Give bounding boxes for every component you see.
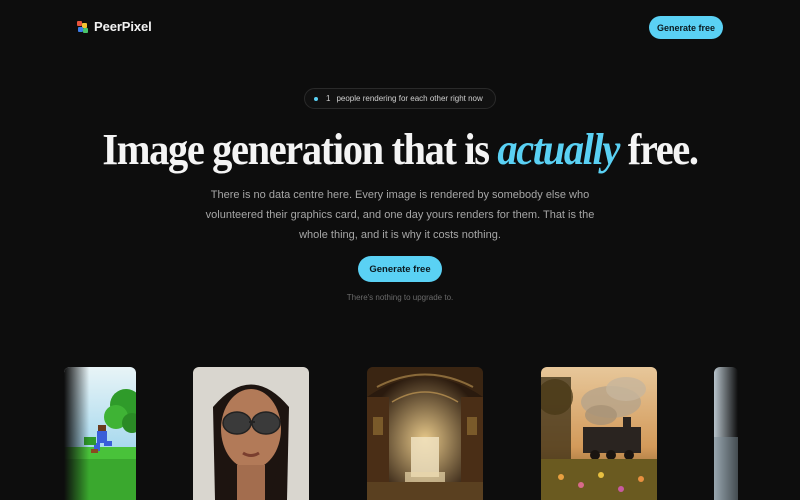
- brand-logo-link[interactable]: PeerPixel: [77, 19, 152, 34]
- live-users-count: 1: [326, 94, 331, 103]
- hero-headline: Image generation that is actually free.: [32, 124, 768, 175]
- gallery-card-hall[interactable]: [367, 367, 483, 500]
- brand-name: PeerPixel: [94, 19, 152, 34]
- gallery-card-portrait[interactable]: [193, 367, 309, 500]
- gallery-card-pixel-art[interactable]: [64, 367, 136, 500]
- headline-accent: actually: [497, 125, 620, 174]
- live-status-dot-icon: [314, 96, 318, 101]
- gallery-card-landscape[interactable]: [714, 367, 738, 500]
- woman-sunglasses-portrait-image: [193, 367, 309, 500]
- live-users-badge: 1 people rendering for each other right …: [304, 88, 496, 109]
- header-generate-free-button[interactable]: Generate free: [649, 16, 723, 39]
- steam-train-sunset-image: [541, 367, 657, 500]
- site-header: PeerPixel Generate free: [0, 0, 800, 56]
- peerpixel-logo-icon: [77, 20, 88, 33]
- headline-after: free.: [619, 125, 699, 174]
- live-users-text: people rendering for each other right no…: [336, 94, 483, 103]
- gallery-card-train[interactable]: [541, 367, 657, 500]
- headline-before: Image generation that is: [102, 125, 498, 174]
- hero-description: There is no data centre here. Every imag…: [205, 189, 595, 241]
- hero-generate-free-button[interactable]: Generate free: [358, 256, 442, 282]
- ornate-hall-waterfall-image: [367, 367, 483, 500]
- no-upgrade-note: There's nothing to upgrade to.: [346, 293, 454, 302]
- pixel-art-character-image: [64, 367, 136, 500]
- misty-landscape-image: [714, 367, 738, 500]
